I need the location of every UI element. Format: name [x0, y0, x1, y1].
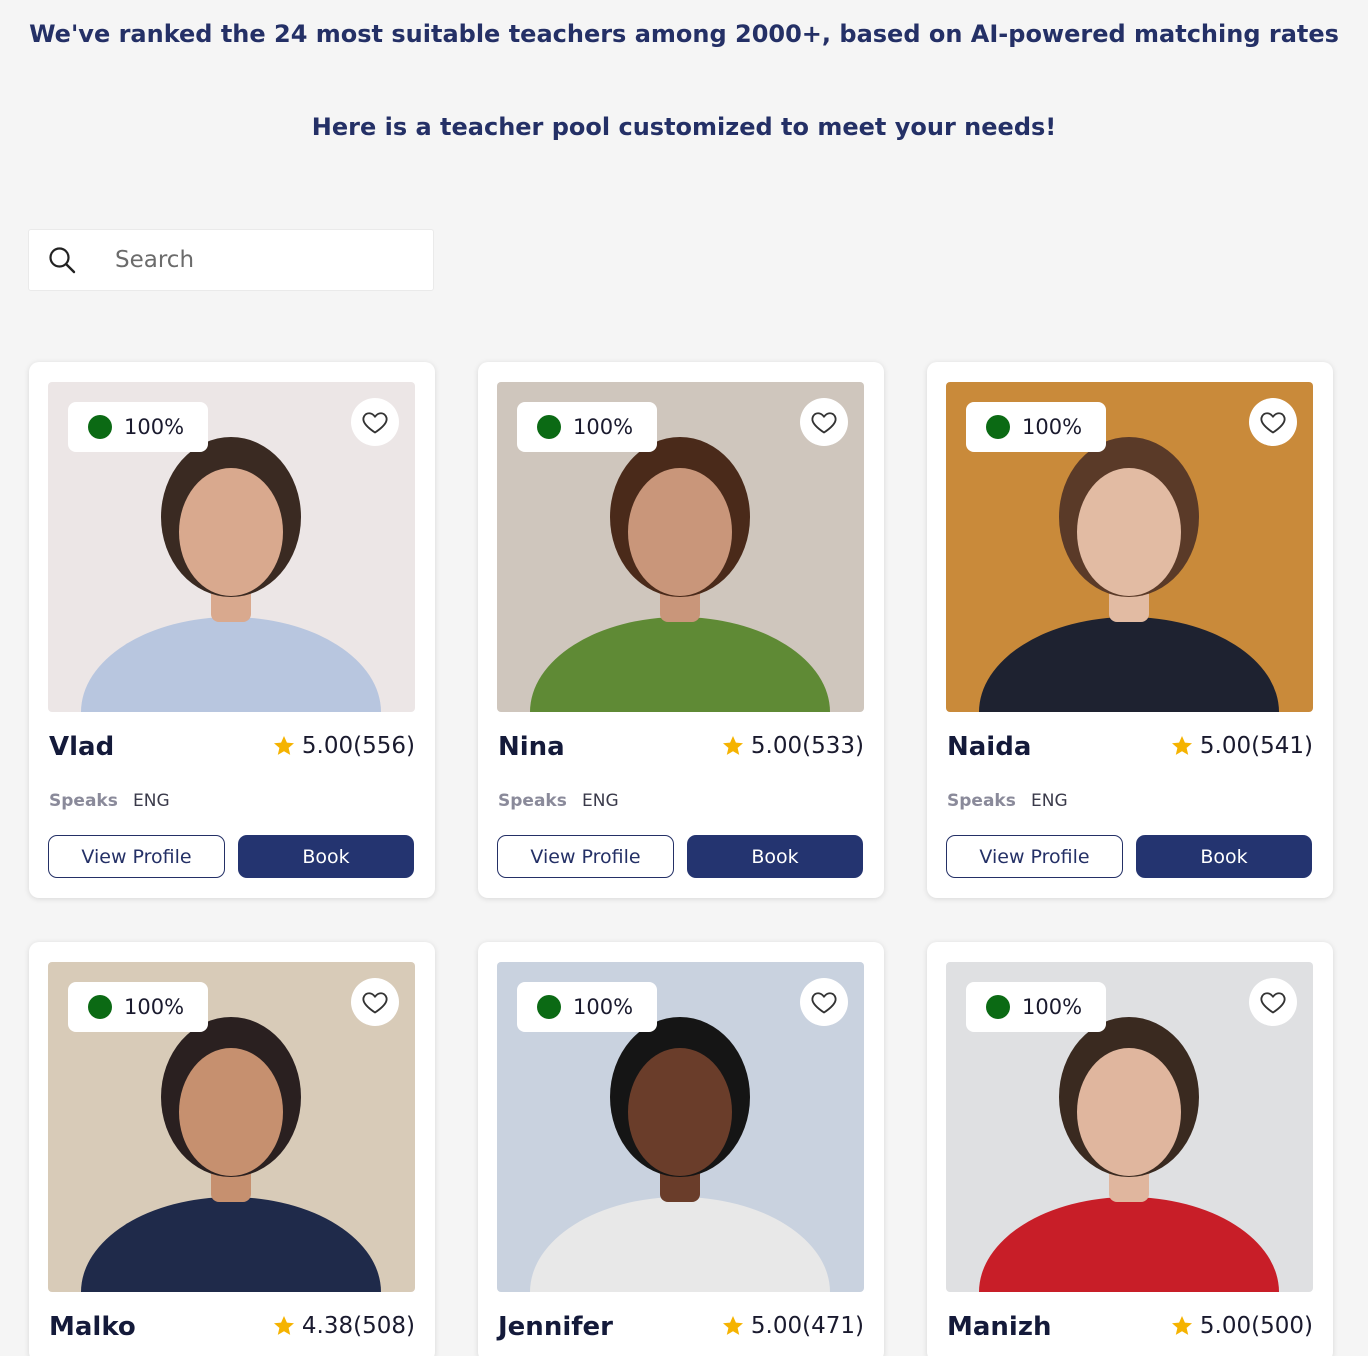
match-badge: 100% [517, 982, 657, 1032]
view-profile-button[interactable]: View Profile [48, 835, 225, 878]
speaks-label: Speaks [49, 791, 118, 811]
star-icon [722, 1316, 743, 1335]
speaks-label: Speaks [947, 791, 1016, 811]
favorite-button[interactable] [800, 978, 848, 1026]
match-dot-icon [986, 415, 1010, 439]
teacher-name: Naida [947, 732, 1032, 762]
favorite-button[interactable] [1249, 398, 1297, 446]
language-value: ENG [582, 791, 619, 811]
teacher-rating: 5.00 (533) [721, 733, 864, 759]
speaks-label: Speaks [498, 791, 567, 811]
rating-value: 5.00 [301, 733, 354, 759]
match-badge: 100% [966, 402, 1106, 452]
review-count: (471) [802, 1313, 864, 1339]
match-dot-icon [88, 995, 112, 1019]
heart-icon [362, 412, 388, 434]
match-dot-icon [537, 995, 561, 1019]
match-badge: 100% [517, 402, 657, 452]
match-badge: 100% [68, 982, 208, 1032]
review-count: (556) [353, 733, 415, 759]
review-count: (541) [1251, 733, 1313, 759]
star-icon [273, 736, 294, 755]
favorite-button[interactable] [351, 398, 399, 446]
match-percentage: 100% [124, 415, 185, 439]
match-percentage: 100% [1022, 995, 1083, 1019]
match-dot-icon [88, 415, 112, 439]
teacher-name: Malko [49, 1312, 136, 1342]
review-count: (508) [353, 1313, 415, 1339]
match-dot-icon [986, 995, 1010, 1019]
teacher-card-naida: 100% Naida 5.00 (541) Speaks ENG View Pro… [927, 362, 1333, 898]
review-count: (533) [802, 733, 864, 759]
star-icon [1171, 1316, 1192, 1335]
match-percentage: 100% [1022, 415, 1083, 439]
rating-value: 5.00 [750, 733, 803, 759]
heart-icon [811, 412, 837, 434]
rating-value: 5.00 [750, 1313, 803, 1339]
teacher-rating: 5.00 (500) [1170, 1313, 1313, 1339]
match-badge: 100% [68, 402, 208, 452]
view-profile-button[interactable]: View Profile [497, 835, 674, 878]
book-button[interactable]: Book [687, 835, 863, 878]
star-icon [1171, 736, 1192, 755]
match-badge: 100% [966, 982, 1106, 1032]
heart-icon [811, 992, 837, 1014]
teacher-rating: 5.00 (471) [721, 1313, 864, 1339]
teacher-name: Nina [498, 732, 565, 762]
teacher-photo[interactable]: 100% [946, 962, 1313, 1292]
teacher-photo[interactable]: 100% [497, 962, 864, 1292]
rating-value: 4.38 [301, 1313, 354, 1339]
review-count: (500) [1251, 1313, 1313, 1339]
view-profile-button[interactable]: View Profile [946, 835, 1123, 878]
teacher-name: Vlad [49, 732, 115, 762]
teacher-card-malko: 100% Malko 4.38(508) Speaks ENG View Pro… [29, 942, 435, 1356]
favorite-button[interactable] [1249, 978, 1297, 1026]
teacher-photo[interactable]: 100% [48, 382, 415, 712]
teacher-photo[interactable]: 100% [946, 382, 1313, 712]
heart-icon [362, 992, 388, 1014]
star-icon [273, 1316, 294, 1335]
rating-value: 5.00 [1199, 733, 1252, 759]
teacher-name: Jennifer [498, 1312, 614, 1342]
teacher-rating: 5.00 (556) [272, 733, 415, 759]
favorite-button[interactable] [351, 978, 399, 1026]
favorite-button[interactable] [800, 398, 848, 446]
teacher-photo[interactable]: 100% [48, 962, 415, 1292]
book-button[interactable]: Book [1136, 835, 1312, 878]
language-value: ENG [133, 791, 170, 811]
teacher-card-vlad: 100% Vlad 5.00 (556) Speaks ENG View Prof… [29, 362, 435, 898]
teacher-rating: 4.38 (508) [272, 1313, 415, 1339]
teacher-photo[interactable]: 100% [497, 382, 864, 712]
heart-icon [1260, 412, 1286, 434]
teacher-card-manizh: 100% Manizh 5.00(500) Speaks ENG View Pr… [927, 942, 1333, 1356]
match-percentage: 100% [124, 995, 185, 1019]
book-button[interactable]: Book [238, 835, 414, 878]
teacher-rating: 5.00 (541) [1170, 733, 1313, 759]
language-value: ENG [1031, 791, 1068, 811]
teacher-name: Manizh [947, 1312, 1052, 1342]
rating-value: 5.00 [1199, 1313, 1252, 1339]
heart-icon [1260, 992, 1286, 1014]
teacher-card-nina: 100% Nina 5.00 (533) Speaks ENG View Prof… [478, 362, 884, 898]
teacher-card-jennifer: 100% Jennifer 5.00(471) Speaks ENG View … [478, 942, 884, 1356]
match-percentage: 100% [573, 995, 634, 1019]
star-icon [722, 736, 743, 755]
match-dot-icon [537, 415, 561, 439]
match-percentage: 100% [573, 415, 634, 439]
teacher-grid: 100% Vlad 5.00 (556) Speaks ENG View Prof… [0, 0, 1368, 1356]
